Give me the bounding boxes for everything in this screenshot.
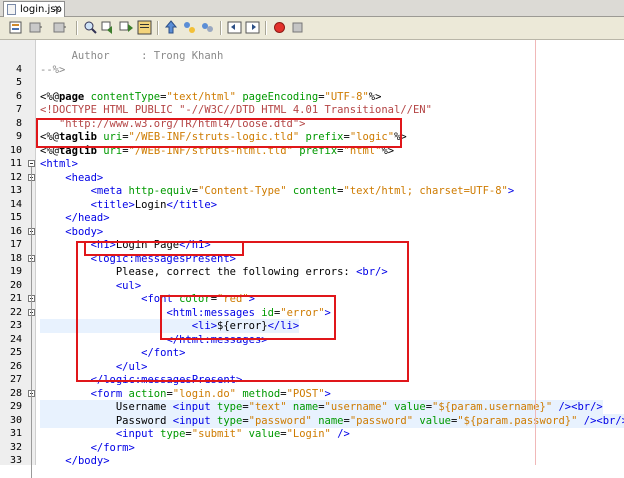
code-line[interactable]: <title>Login</title> bbox=[40, 198, 217, 212]
line-number: 24 bbox=[9, 333, 22, 345]
tab-login-jsp[interactable]: login.jsp × bbox=[3, 1, 65, 17]
code-line[interactable]: </form> bbox=[40, 441, 135, 455]
shift-left-icon[interactable] bbox=[200, 20, 215, 35]
html-messages-highlight-box bbox=[160, 295, 336, 340]
shift-right-icon[interactable] bbox=[227, 20, 242, 35]
line-number: 27 bbox=[9, 374, 22, 385]
line-number: 22 bbox=[9, 306, 22, 318]
code-line[interactable]: <input type="submit" value="Login" /> bbox=[40, 427, 350, 441]
fold-guide-line bbox=[31, 234, 32, 478]
editor-tab-bar: login.jsp × bbox=[0, 0, 624, 17]
forward-icon[interactable] bbox=[52, 20, 67, 35]
right-margin-guide bbox=[535, 40, 536, 465]
code-line[interactable]: --%> bbox=[40, 63, 65, 77]
jsp-file-icon bbox=[7, 4, 16, 15]
line-number: 29 bbox=[9, 401, 22, 412]
toggle-highlight-icon[interactable] bbox=[119, 20, 134, 35]
code-line[interactable]: <meta http-equiv="Content-Type" content=… bbox=[40, 184, 515, 198]
line-number: 11 bbox=[9, 158, 22, 169]
line-number-gutter: 4 5 6 7 8 9 10 11 12 13 14 15 16 17 18 19 20 21 22 23 24 25 26… bbox=[0, 40, 36, 478]
line-number: 32 bbox=[9, 441, 22, 453]
toolbar-separator bbox=[220, 21, 222, 35]
line-number: 23 bbox=[9, 320, 22, 331]
code-line[interactable]: Author : Trong Khanh bbox=[40, 49, 224, 63]
code-line[interactable]: <body> bbox=[40, 225, 103, 239]
line-number: 30 bbox=[9, 414, 22, 426]
indent-icon[interactable] bbox=[245, 20, 260, 35]
code-line[interactable]: <!DOCTYPE HTML PUBLIC "-//W3C//DTD HTML … bbox=[40, 103, 432, 117]
line-number: 17 bbox=[9, 239, 22, 250]
line-number: 18 bbox=[9, 252, 22, 264]
code-line[interactable]: </body> bbox=[40, 454, 109, 468]
code-line[interactable]: <head> bbox=[40, 171, 103, 185]
line-number: 25 bbox=[9, 347, 22, 358]
line-number: 5 bbox=[15, 77, 22, 88]
code-line[interactable]: <html> bbox=[40, 157, 78, 171]
line-number: 12 bbox=[9, 171, 22, 183]
line-number: 21 bbox=[9, 293, 22, 304]
toolbar-separator bbox=[157, 21, 159, 35]
search-next-icon[interactable] bbox=[101, 20, 116, 35]
line-number: 4 bbox=[15, 63, 22, 75]
line-number: 6 bbox=[15, 90, 22, 102]
line-number: 15 bbox=[9, 212, 22, 223]
macro-record-icon[interactable] bbox=[272, 20, 287, 35]
line-number: 31 bbox=[9, 428, 22, 439]
toolbar-separator bbox=[76, 21, 78, 35]
line-number: 13 bbox=[9, 185, 22, 196]
line-number: 16 bbox=[9, 225, 22, 237]
toolbar-separator bbox=[265, 21, 267, 35]
line-number: 26 bbox=[9, 360, 22, 372]
code-line[interactable]: <%@page contentType="text/html" pageEnco… bbox=[40, 90, 381, 104]
fold-toggle-icon[interactable] bbox=[28, 160, 35, 167]
line-number: 9 bbox=[15, 131, 22, 142]
back-icon[interactable] bbox=[28, 20, 43, 35]
line-number bbox=[0, 49, 22, 63]
line-number: 20 bbox=[9, 279, 22, 291]
prev-bookmark-icon[interactable] bbox=[164, 20, 179, 35]
source-icon[interactable] bbox=[8, 20, 23, 35]
code-line[interactable]: <form action="login.do" method="POST"> bbox=[40, 387, 331, 401]
code-line[interactable]: Username <input type="text" name="userna… bbox=[40, 400, 603, 414]
editor-toolbar bbox=[0, 17, 624, 40]
search-prev-icon[interactable] bbox=[83, 20, 98, 35]
taglib-highlight-box bbox=[36, 118, 402, 148]
next-bookmark-icon[interactable] bbox=[182, 20, 197, 35]
line-number: 28 bbox=[9, 387, 22, 399]
toggle-bookmark-icon[interactable] bbox=[137, 20, 152, 35]
line-number: 33 bbox=[9, 455, 22, 466]
line-number: 10 bbox=[9, 144, 22, 156]
line-number: 19 bbox=[9, 266, 22, 277]
fold-guide-line bbox=[31, 180, 32, 221]
code-line[interactable]: </head> bbox=[40, 211, 109, 225]
code-line[interactable]: Password <input type="password" name="pa… bbox=[40, 413, 624, 428]
line-number: 7 bbox=[15, 104, 22, 115]
line-number: 8 bbox=[15, 117, 22, 129]
line-number: 14 bbox=[9, 198, 22, 210]
macro-stop-icon[interactable] bbox=[290, 20, 305, 35]
close-icon[interactable]: × bbox=[53, 2, 61, 17]
